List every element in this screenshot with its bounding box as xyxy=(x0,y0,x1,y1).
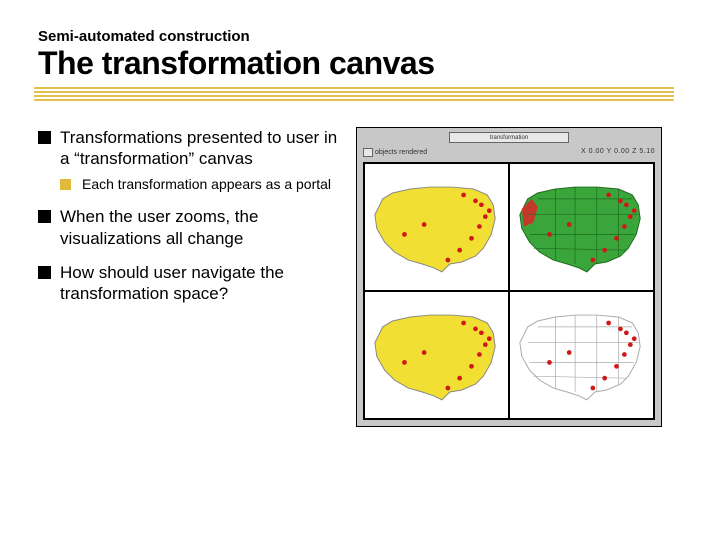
bullet-item: Transformations presented to user in a “… xyxy=(38,127,338,194)
bullet-item: How should user navigate the transformat… xyxy=(38,262,338,306)
transformation-canvas: transformation objects rendered X 0.00 Y… xyxy=(356,127,662,427)
canvas-header-left: objects rendered xyxy=(363,148,427,158)
canvas-grid xyxy=(363,162,655,420)
kicker-text: Semi-automated construction xyxy=(38,28,682,45)
bullet-text: When the user zooms, the visualizations … xyxy=(60,207,258,248)
canvas-header-right: X 0.00 Y 0.00 Z 5.10 xyxy=(581,148,655,155)
title-underline xyxy=(34,87,674,101)
canvas-header-center: transformation xyxy=(449,132,569,143)
bullet-text: How should user navigate the transformat… xyxy=(60,263,284,304)
canvas-cell xyxy=(364,163,509,291)
canvas-cell xyxy=(364,291,509,419)
bullet-item: When the user zooms, the visualizations … xyxy=(38,206,338,250)
figure-column: transformation objects rendered X 0.00 Y… xyxy=(356,127,666,427)
bullet-text: Transformations presented to user in a “… xyxy=(60,128,337,169)
canvas-cell xyxy=(509,163,654,291)
canvas-cell xyxy=(509,291,654,419)
sub-bullet-item: Each transformation appears as a portal xyxy=(60,176,338,194)
bullet-column: Transformations presented to user in a “… xyxy=(38,127,338,427)
page-title: The transformation canvas xyxy=(38,47,682,81)
